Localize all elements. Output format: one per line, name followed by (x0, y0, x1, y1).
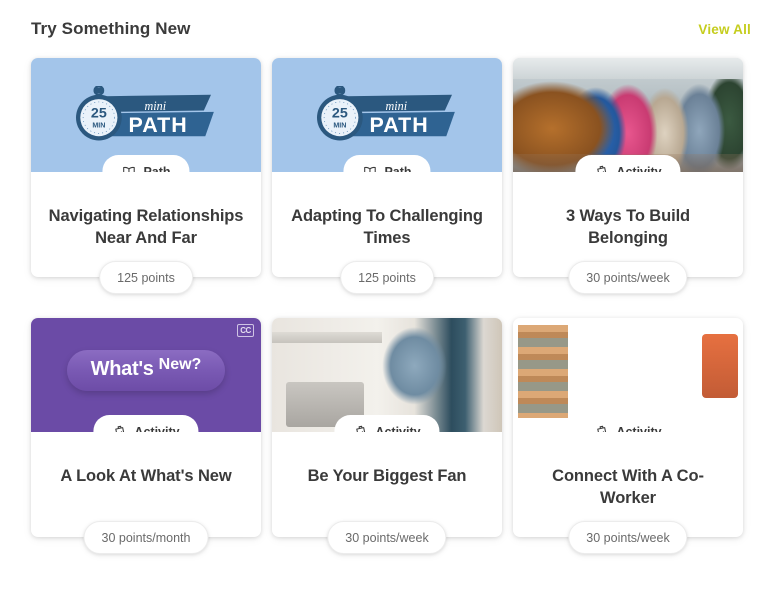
points-pill: 30 points/week (327, 521, 447, 554)
type-badge-label: Activity (375, 425, 421, 432)
points-label: 30 points/week (586, 530, 670, 545)
open-book-icon (364, 166, 376, 172)
card-media: Activity (272, 318, 502, 432)
clipboard-check-icon (115, 425, 125, 432)
svg-text:mini: mini (145, 98, 167, 112)
points-pill: 125 points (99, 261, 193, 294)
svg-text:mini: mini (386, 98, 408, 112)
mini-path-logo: mini PATH 25 MIN (317, 85, 455, 140)
card-body: Adapting To Challenging Times 125 points (272, 172, 502, 294)
whats-new-word-two: New? (158, 355, 202, 373)
type-badge: Activity (575, 415, 681, 432)
type-badge-label: Activity (134, 425, 180, 432)
card-body: Connect With A Co-Worker 30 points/week (513, 432, 743, 554)
card-media: mini PATH 25 MIN Path (272, 58, 502, 172)
type-badge-label: Activity (616, 425, 662, 432)
clipboard-check-icon (356, 425, 366, 432)
card-title: 3 Ways To Build Belonging (565, 207, 691, 248)
type-badge-label: Activity (616, 165, 662, 172)
card-title: Navigating Relationships Near And Far (48, 207, 244, 248)
card-media: CC What's New? Activity (31, 318, 261, 432)
type-badge: Activity (93, 415, 199, 432)
card-body: Be Your Biggest Fan 30 points/week (272, 432, 502, 554)
card-body: 3 Ways To Build Belonging 30 points/week (513, 172, 743, 294)
content-card-connect-with-a-co-worker[interactable]: Activity Connect With A Co-Worker 30 poi… (513, 318, 743, 554)
mini-path-logo: mini PATH 25 MIN (76, 85, 214, 140)
content-card-be-your-biggest-fan[interactable]: Activity Be Your Biggest Fan 30 points/w… (272, 318, 502, 554)
type-badge: Activity (575, 155, 681, 172)
try-something-new-section: Try Something New View All mini PATH 25 … (0, 0, 782, 597)
card-title: Connect With A Co-Worker (552, 467, 704, 508)
open-book-icon (123, 166, 135, 172)
svg-text:PATH: PATH (128, 112, 187, 136)
points-label: 30 points/week (586, 270, 670, 285)
section-header: Try Something New View All (31, 0, 751, 58)
svg-text:25: 25 (332, 105, 348, 121)
type-badge-label: Path (143, 165, 171, 172)
type-badge-label: Path (384, 165, 412, 172)
type-badge: Path (102, 155, 190, 172)
content-card-a-look-at-whats-new[interactable]: CC What's New? Activity A Look At What's… (31, 318, 261, 554)
whats-new-artwork: What's New? (66, 349, 226, 391)
card-media: Activity (513, 318, 743, 432)
content-card-navigating-relationships[interactable]: mini PATH 25 MIN Path Navigating Relatio… (31, 58, 261, 294)
clipboard-check-icon (597, 165, 607, 172)
type-badge: Path (343, 155, 431, 172)
points-pill: 125 points (340, 261, 434, 294)
points-label: 125 points (117, 270, 175, 285)
points-label: 30 points/month (101, 530, 191, 545)
card-body: Navigating Relationships Near And Far 12… (31, 172, 261, 294)
card-media: mini PATH 25 MIN Path (31, 58, 261, 172)
points-pill: 30 points/month (83, 521, 209, 554)
whats-new-word-one: What's (90, 357, 154, 380)
card-body: A Look At What's New 30 points/month (31, 432, 261, 554)
content-card-adapting-to-challenging-times[interactable]: mini PATH 25 MIN Path Adapting To Challe… (272, 58, 502, 294)
type-badge: Activity (334, 415, 440, 432)
card-title: Adapting To Challenging Times (291, 207, 483, 248)
card-title: A Look At What's New (60, 467, 232, 485)
svg-text:PATH: PATH (369, 112, 428, 136)
points-label: 30 points/week (345, 530, 429, 545)
points-pill: 30 points/week (568, 521, 688, 554)
points-pill: 30 points/week (568, 261, 688, 294)
card-media: Activity (513, 58, 743, 172)
card-grid: mini PATH 25 MIN Path Navigating Relatio… (31, 58, 751, 554)
clipboard-check-icon (597, 425, 607, 432)
svg-text:MIN: MIN (92, 121, 105, 129)
svg-text:25: 25 (91, 105, 107, 121)
page-title: Try Something New (31, 19, 191, 38)
view-all-link[interactable]: View All (698, 22, 751, 37)
points-label: 125 points (358, 270, 416, 285)
card-title: Be Your Biggest Fan (307, 467, 467, 485)
content-card-3-ways-to-build-belonging[interactable]: Activity 3 Ways To Build Belonging 30 po… (513, 58, 743, 294)
svg-text:MIN: MIN (333, 121, 346, 129)
closed-caption-icon: CC (237, 324, 254, 337)
